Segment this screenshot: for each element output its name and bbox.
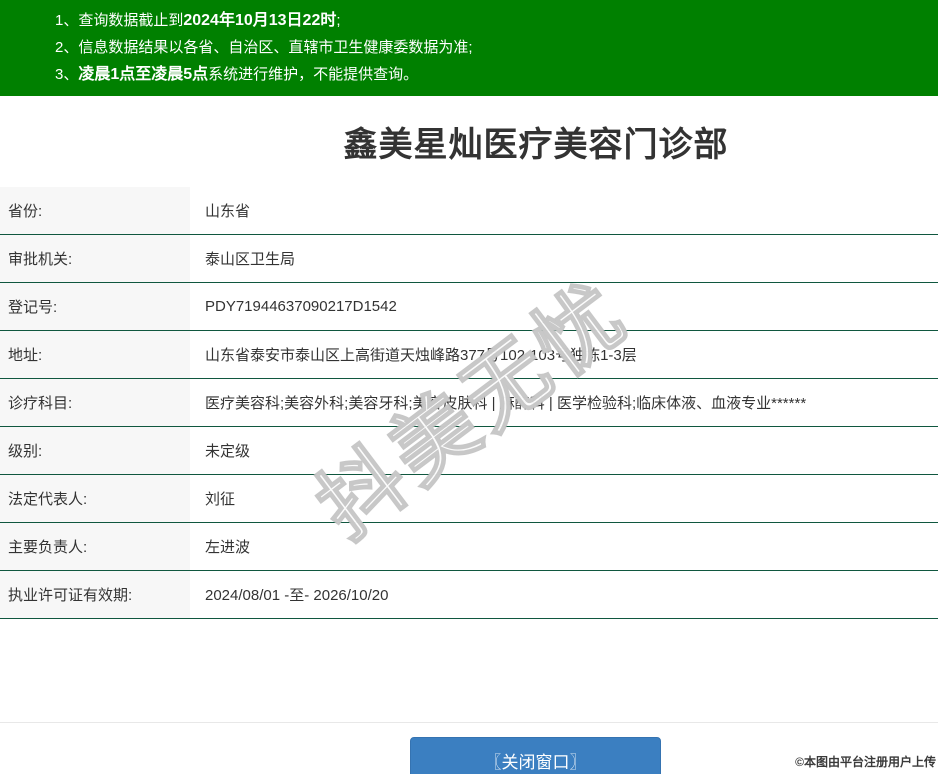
row-label: 诊疗科目: — [0, 379, 190, 426]
row-value: 医疗美容科;美容外科;美容牙科;美容皮肤科 | 麻醉科 | 医学检验科;临床体液… — [190, 379, 938, 426]
notice-line-1-post: ; — [336, 12, 340, 29]
row-label: 省份: — [0, 187, 190, 234]
notice-line-3-post: 系统进行维护，不能提供查询。 — [208, 66, 418, 83]
row-value: 2024/08/01 -至- 2026/10/20 — [190, 571, 938, 618]
table-row-approval-authority: 审批机关: 泰山区卫生局 — [0, 235, 938, 283]
notice-line-1: 1、查询数据截止到2024年10月13日22时; — [55, 7, 938, 34]
row-label: 法定代表人: — [0, 475, 190, 522]
row-value: 左进波 — [190, 523, 938, 570]
page-title: 鑫美星灿医疗美容门诊部 — [344, 117, 729, 166]
table-row-level: 级别: 未定级 — [0, 427, 938, 475]
title-area: 鑫美星灿医疗美容门诊部 — [0, 96, 938, 187]
row-label: 执业许可证有效期: — [0, 571, 190, 618]
table-row-person-in-charge: 主要负责人: 左进波 — [0, 523, 938, 571]
query-result-page: 1、查询数据截止到2024年10月13日22时; 2、信息数据结果以各省、自治区… — [0, 0, 938, 774]
notice-line-3: 3、凌晨1点至凌晨5点系统进行维护，不能提供查询。 — [55, 61, 938, 88]
row-value: 山东省 — [190, 187, 938, 234]
row-value: 未定级 — [190, 427, 938, 474]
notice-line-3-bold: 凌晨1点至凌晨5点 — [78, 66, 208, 83]
row-label: 登记号: — [0, 283, 190, 330]
row-value: 刘征 — [190, 475, 938, 522]
notice-line-2-pre: 信息数据结果以各省、自治区、直辖市卫生健康委数据为准; — [78, 39, 472, 56]
notice-line-3-num: 3、 — [55, 66, 78, 83]
notice-line-2: 2、信息数据结果以各省、自治区、直辖市卫生健康委数据为准; — [55, 34, 938, 61]
row-label: 地址: — [0, 331, 190, 378]
notice-line-2-num: 2、 — [55, 39, 78, 56]
close-window-button[interactable]: 〖关闭窗口〗 — [410, 737, 661, 774]
notice-banner: 1、查询数据截止到2024年10月13日22时; 2、信息数据结果以各省、自治区… — [0, 0, 938, 96]
table-row-registration-number: 登记号: PDY71944637090217D1542 — [0, 283, 938, 331]
row-value: 山东省泰安市泰山区上高街道天烛峰路377号102-103号独栋1-3层 — [190, 331, 938, 378]
footer-divider — [0, 722, 938, 723]
row-label: 主要负责人: — [0, 523, 190, 570]
table-row-province: 省份: 山东省 — [0, 187, 938, 235]
notice-line-1-bold: 2024年10月13日22时 — [183, 12, 336, 29]
row-value: 泰山区卫生局 — [190, 235, 938, 282]
notice-line-1-pre: 查询数据截止到 — [78, 12, 183, 29]
image-attribution-watermark: ©本图由平台注册用户上传 — [795, 753, 936, 770]
table-row-license-validity: 执业许可证有效期: 2024/08/01 -至- 2026/10/20 — [0, 571, 938, 619]
table-row-address: 地址: 山东省泰安市泰山区上高街道天烛峰路377号102-103号独栋1-3层 — [0, 331, 938, 379]
notice-line-1-num: 1、 — [55, 12, 78, 29]
row-label: 级别: — [0, 427, 190, 474]
table-row-treatment-subjects: 诊疗科目: 医疗美容科;美容外科;美容牙科;美容皮肤科 | 麻醉科 | 医学检验… — [0, 379, 938, 427]
table-row-legal-representative: 法定代表人: 刘征 — [0, 475, 938, 523]
row-label: 审批机关: — [0, 235, 190, 282]
row-value: PDY71944637090217D1542 — [190, 283, 938, 330]
institution-info-table: 省份: 山东省 审批机关: 泰山区卫生局 登记号: PDY71944637090… — [0, 187, 938, 619]
